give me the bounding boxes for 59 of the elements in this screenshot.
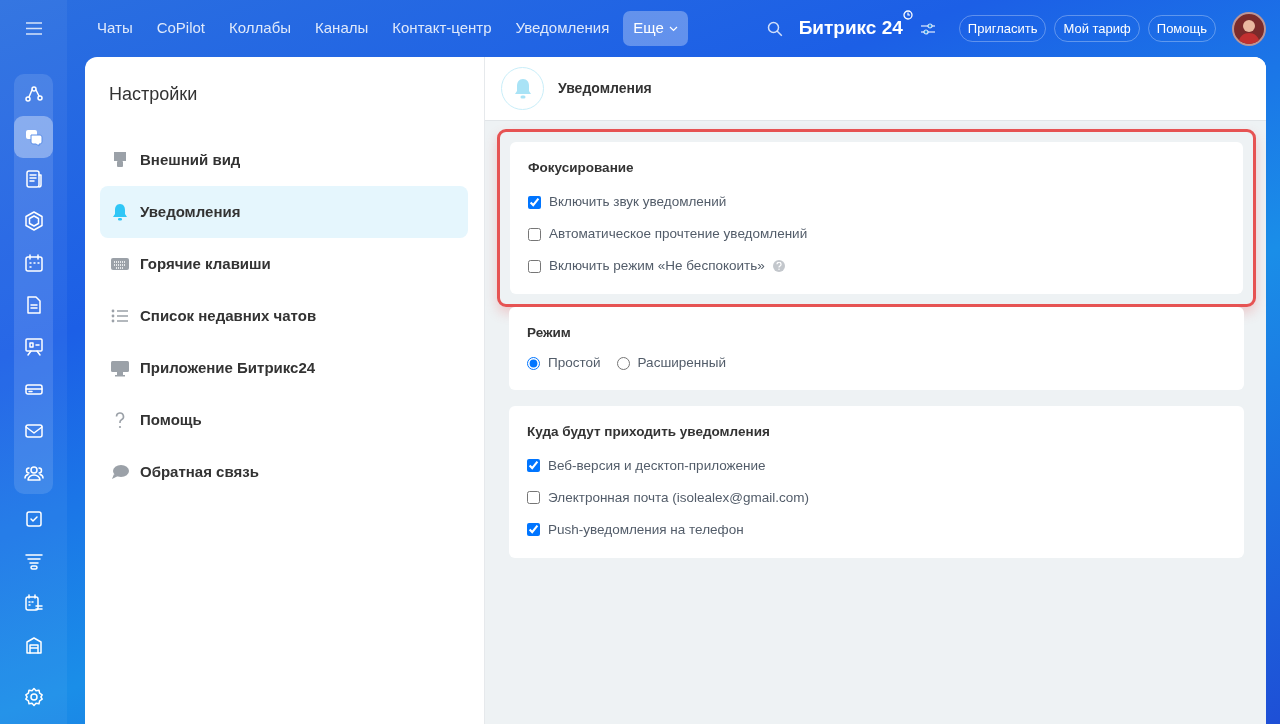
- checkbox[interactable]: [528, 259, 541, 273]
- settings-menu-item[interactable]: Внешний вид: [100, 134, 468, 186]
- funnel-icon: [23, 551, 44, 571]
- option-label: Простой: [548, 354, 601, 373]
- option-label: Расширенный: [637, 354, 726, 373]
- checkbox[interactable]: [528, 195, 541, 209]
- clock-icon: [902, 9, 913, 20]
- section-title: Режим: [527, 324, 572, 343]
- share-icon: [23, 85, 44, 105]
- settings-menu-item[interactable]: Уведомления: [100, 186, 468, 238]
- checkbox[interactable]: [527, 491, 540, 505]
- panel-title: Уведомления: [558, 79, 652, 98]
- monitor-icon: [110, 358, 130, 378]
- checkbox[interactable]: [528, 227, 541, 241]
- settings-menu-item[interactable]: Приложение Битрикс24: [100, 342, 468, 394]
- settings-menu-item[interactable]: Список недавних чатов: [100, 290, 468, 342]
- caret-icon: [668, 26, 678, 33]
- bell-icon: [110, 202, 130, 222]
- option-label: Включить режим «Не беспокоить»: [549, 257, 765, 276]
- nav-tab[interactable]: Чаты: [87, 11, 143, 46]
- option-label: Push-уведомления на телефон: [548, 520, 744, 539]
- mail-icon: [23, 421, 44, 441]
- hexagon-icon: [23, 211, 44, 231]
- sliders-icon[interactable]: [920, 22, 935, 35]
- settings-title: Настройки: [109, 83, 199, 106]
- chat-button[interactable]: [14, 116, 53, 158]
- section-title: Куда будут приходить уведомления: [527, 422, 771, 441]
- section-title: Фокусирование: [528, 159, 635, 177]
- nav-tab[interactable]: Еще: [623, 11, 688, 46]
- nav-tab[interactable]: Коллабы: [219, 11, 301, 46]
- garage-icon: [23, 635, 44, 655]
- option-label: Электронная почта (isolealex@gmail.com): [548, 488, 809, 507]
- nav-tab[interactable]: Контакт-центр: [382, 11, 502, 46]
- nav-tab[interactable]: Каналы: [305, 11, 379, 46]
- avatar[interactable]: [1232, 11, 1266, 46]
- settings-icon[interactable]: [23, 686, 44, 707]
- settings-menu-item[interactable]: Обратная связь: [100, 446, 468, 498]
- chat-icon: [23, 127, 44, 147]
- option-label: Включить звук уведомлений: [549, 193, 727, 212]
- checkbox[interactable]: [527, 459, 540, 473]
- option-label: Автоматическое прочтение уведомлений: [549, 225, 808, 244]
- checkbox-icon: [23, 509, 44, 529]
- schedule-icon: [23, 593, 44, 613]
- radio-button[interactable]: [616, 357, 630, 370]
- checkbox[interactable]: [527, 523, 540, 537]
- speech-bubble-icon: [110, 462, 130, 482]
- option-label: Веб-версия и десктоп-приложение: [548, 456, 766, 475]
- newspaper-icon: [23, 169, 44, 189]
- logo: Битрикс 24: [798, 16, 903, 41]
- search-icon[interactable]: [766, 20, 783, 37]
- nav-tab[interactable]: Уведомления: [505, 11, 620, 46]
- calendar-icon: [23, 253, 44, 273]
- menu-icon[interactable]: [25, 22, 42, 35]
- presentation-icon: [23, 337, 44, 357]
- people-icon: [23, 463, 44, 483]
- radio-button[interactable]: [527, 357, 540, 370]
- nav-tab[interactable]: CoPilot: [146, 11, 216, 46]
- settings-menu-item[interactable]: Горячие клавиши: [100, 238, 468, 290]
- settings-menu-item[interactable]: Помощь: [100, 394, 468, 446]
